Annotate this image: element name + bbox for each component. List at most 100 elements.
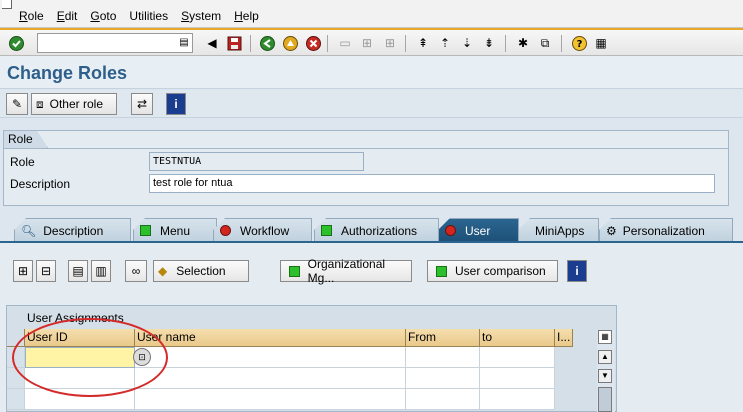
table-row — [7, 389, 555, 410]
print-icon[interactable]: ▭ — [336, 34, 354, 52]
menu-role[interactable]: Role — [19, 9, 44, 23]
next-page-icon[interactable]: ⇣ — [458, 34, 476, 52]
menu-items: Role Edit Goto Utilities System Help — [19, 9, 272, 23]
tab-user[interactable]: User — [438, 218, 519, 242]
menu-mnemonic: E — [56, 9, 65, 23]
tab-strip: 🔍︎ Description Menu Workflow Authorizati… — [0, 218, 743, 242]
col-i[interactable]: I... — [555, 329, 573, 347]
last-page-icon[interactable]: ⇟ — [480, 34, 498, 52]
menu-system[interactable]: System — [181, 9, 221, 23]
status-red-icon — [220, 225, 231, 236]
tab-authorizations[interactable]: Authorizations — [314, 218, 439, 242]
select-all-button[interactable]: ⊞ — [13, 260, 33, 282]
menu-label: dit — [64, 9, 78, 23]
col-user-id[interactable]: User ID — [25, 329, 135, 347]
info-button[interactable]: i — [166, 93, 186, 115]
user-comparison-button[interactable]: User comparison — [427, 260, 558, 282]
menu-edit[interactable]: Edit — [57, 9, 78, 23]
info-button[interactable]: i — [567, 260, 587, 282]
info-icon: i — [174, 97, 178, 111]
deselect-all-icon: ⊟ — [40, 264, 52, 278]
to-cell[interactable] — [480, 347, 555, 368]
find-icon[interactable]: ⊞ — [358, 34, 376, 52]
window-icon[interactable] — [2, 0, 12, 9]
display-change-button[interactable]: ✎ — [6, 93, 28, 115]
title-bar: Change Roles — [0, 56, 743, 89]
status-green-icon — [140, 225, 151, 236]
menu-utilities[interactable]: Utilities — [129, 9, 168, 23]
selection-button[interactable]: ◆ Selection — [153, 260, 249, 282]
other-role-button[interactable]: ⧈ Other role — [31, 93, 117, 115]
menu-help[interactable]: Help — [234, 9, 259, 23]
description-field[interactable]: test role for ntua — [149, 174, 715, 193]
find-button[interactable]: ∞ — [125, 260, 147, 282]
from-cell[interactable] — [406, 347, 480, 368]
deselect-all-button[interactable]: ⊟ — [36, 260, 56, 282]
application-toolbar: ✎ ⧈ Other role ⇄ i — [0, 90, 743, 118]
row-selector[interactable] — [7, 368, 25, 389]
save-icon[interactable] — [225, 34, 243, 52]
new-session-icon[interactable]: ✱ — [514, 34, 532, 52]
delete-row-button[interactable]: ▥ — [91, 260, 111, 282]
table-header: User ID User name From to I... — [7, 329, 573, 347]
tab-label: User — [465, 223, 491, 238]
exit-icon[interactable] — [281, 34, 299, 52]
menu-mnemonic: R — [19, 9, 28, 23]
help-icon[interactable]: ? — [570, 34, 588, 52]
navigate-button[interactable]: ⇄ — [131, 93, 153, 115]
menu-mnemonic: S — [181, 9, 190, 23]
enter-icon[interactable] — [7, 34, 25, 52]
back-arrow-icon[interactable]: ◀ — [203, 34, 221, 52]
first-page-icon[interactable]: ⇞ — [414, 34, 432, 52]
tab-label: Workflow — [240, 223, 290, 238]
row-selector[interactable] — [7, 389, 25, 410]
scroll-thumb[interactable] — [598, 387, 612, 412]
user-id-cell[interactable] — [25, 368, 135, 389]
value-help-icon[interactable]: ⊡ — [133, 348, 151, 366]
menu-bar: Role Edit Goto Utilities System Help — [0, 0, 743, 28]
tab-label: Menu — [160, 223, 191, 238]
back-icon[interactable] — [258, 34, 276, 52]
tab-personalization[interactable]: ⚙ Personalization — [599, 218, 733, 242]
layout-menu-icon[interactable]: ▦ — [592, 34, 610, 52]
col-user-name[interactable]: User name — [135, 329, 406, 347]
cancel-icon[interactable] — [304, 34, 322, 52]
tab-description[interactable]: 🔍︎ Description — [14, 218, 131, 242]
from-cell[interactable] — [406, 368, 480, 389]
status-green-icon — [321, 225, 332, 236]
tab-miniapps[interactable]: MiniApps — [518, 218, 599, 242]
to-cell[interactable] — [480, 368, 555, 389]
insert-row-button[interactable]: ▤ — [68, 260, 88, 282]
tab-workflow[interactable]: Workflow — [213, 218, 312, 242]
toolbar-separator — [250, 35, 251, 52]
menu-label: Utilities — [129, 9, 169, 23]
command-history-icon[interactable]: ▤ — [178, 36, 190, 50]
menu-label: ystem — [189, 9, 222, 23]
from-cell[interactable] — [406, 389, 480, 410]
col-from[interactable]: From — [406, 329, 480, 347]
command-field[interactable]: ▤ — [37, 33, 193, 53]
org-mgmt-button[interactable]: Organizational Mg... — [280, 257, 412, 285]
row-selector-header[interactable] — [7, 329, 25, 347]
user-id-cell[interactable] — [25, 389, 135, 410]
previous-page-icon[interactable]: ⇡ — [436, 34, 454, 52]
shortcut-icon[interactable]: ⧉ — [536, 34, 554, 52]
selection-label: Selection — [176, 264, 226, 278]
menu-mnemonic: H — [234, 9, 243, 23]
role-field: TESTNTUA — [149, 152, 364, 171]
menu-goto[interactable]: Goto — [90, 9, 116, 23]
command-input[interactable] — [38, 34, 178, 52]
scroll-down-icon[interactable]: ▼ — [598, 369, 612, 383]
col-to[interactable]: to — [480, 329, 555, 347]
table-vertical-scrollbar[interactable]: ▦ ▲ ▼ — [597, 330, 615, 412]
role-label: Role — [10, 155, 35, 169]
find-next-icon[interactable]: ⊞ — [381, 34, 399, 52]
user-id-input[interactable] — [25, 347, 135, 368]
scroll-up-icon[interactable]: ▲ — [598, 350, 612, 364]
table-settings-icon[interactable]: ▦ — [598, 330, 612, 344]
group-divider — [4, 148, 728, 149]
table-row — [7, 347, 555, 368]
row-selector[interactable] — [7, 347, 25, 368]
tab-menu[interactable]: Menu — [133, 218, 217, 242]
to-cell[interactable] — [480, 389, 555, 410]
